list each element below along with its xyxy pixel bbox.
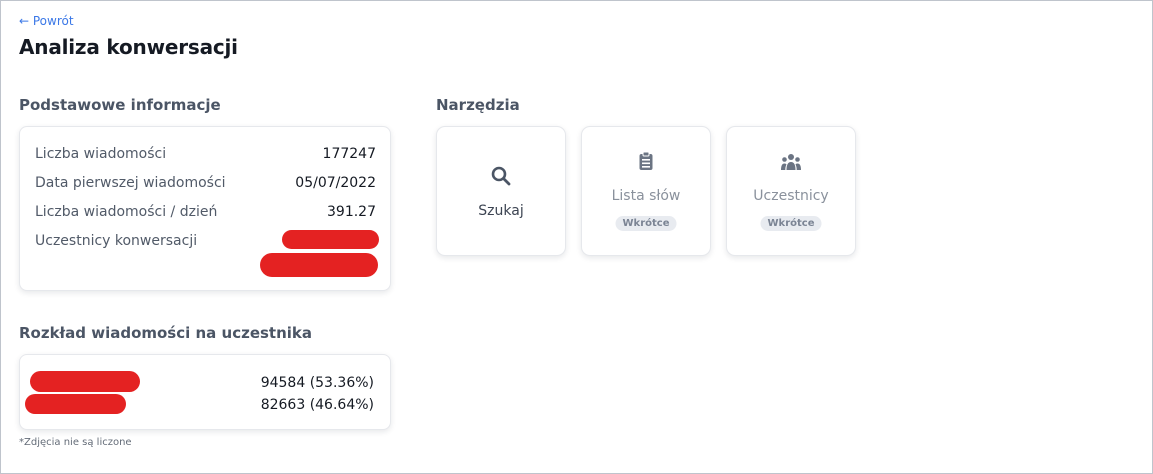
tool-label: Uczestnicy xyxy=(753,188,829,204)
redaction-mark xyxy=(30,371,140,392)
distribution-value: 94584 (53.36%) xyxy=(260,375,374,391)
coming-soon-badge: Wkrótce xyxy=(615,216,677,231)
page-title: Analiza konwersacji xyxy=(19,35,238,59)
tool-word-list-card[interactable]: Lista słów Wkrótce xyxy=(581,126,711,256)
info-label: Data pierwszej wiadomości xyxy=(35,175,226,191)
back-link[interactable]: ← Powrót xyxy=(19,14,74,28)
info-row-messages-per-day: Liczba wiadomości / dzień 391.27 xyxy=(35,204,376,224)
distribution-value: 82663 (46.64%) xyxy=(260,397,374,413)
info-row-message-count: Liczba wiadomości 177247 xyxy=(35,146,376,166)
clipboard-list-icon xyxy=(582,151,710,171)
users-icon xyxy=(727,153,855,171)
coming-soon-badge: Wkrótce xyxy=(760,216,822,231)
info-row-first-message-date: Data pierwszej wiadomości 05/07/2022 xyxy=(35,175,376,195)
footnote: *Zdjęcia nie są liczone xyxy=(19,437,132,448)
info-value: 391.27 xyxy=(327,204,376,220)
distribution-section-title: Rozkład wiadomości na uczestnika xyxy=(19,324,313,342)
info-label: Liczba wiadomości / dzień xyxy=(35,204,218,220)
redaction-mark xyxy=(25,394,126,414)
info-label: Liczba wiadomości xyxy=(35,146,167,162)
tool-label: Lista słów xyxy=(611,188,681,204)
distribution-card: 94584 (53.36%) 82663 (46.64%) xyxy=(19,354,391,430)
info-value: 177247 xyxy=(322,146,376,162)
basic-info-section-title: Podstawowe informacje xyxy=(19,96,221,114)
search-icon xyxy=(437,165,565,187)
redaction-mark xyxy=(260,253,378,277)
info-label: Uczestnicy konwersacji xyxy=(35,233,198,249)
tool-search-card[interactable]: Szukaj xyxy=(436,126,566,256)
info-value: 05/07/2022 xyxy=(295,175,376,191)
tool-participants-card[interactable]: Uczestnicy Wkrótce xyxy=(726,126,856,256)
tool-label: Szukaj xyxy=(478,203,524,219)
tools-section-title: Narzędzia xyxy=(436,96,520,114)
redaction-mark xyxy=(282,230,379,249)
basic-info-card: Liczba wiadomości 177247 Data pierwszej … xyxy=(19,126,391,291)
